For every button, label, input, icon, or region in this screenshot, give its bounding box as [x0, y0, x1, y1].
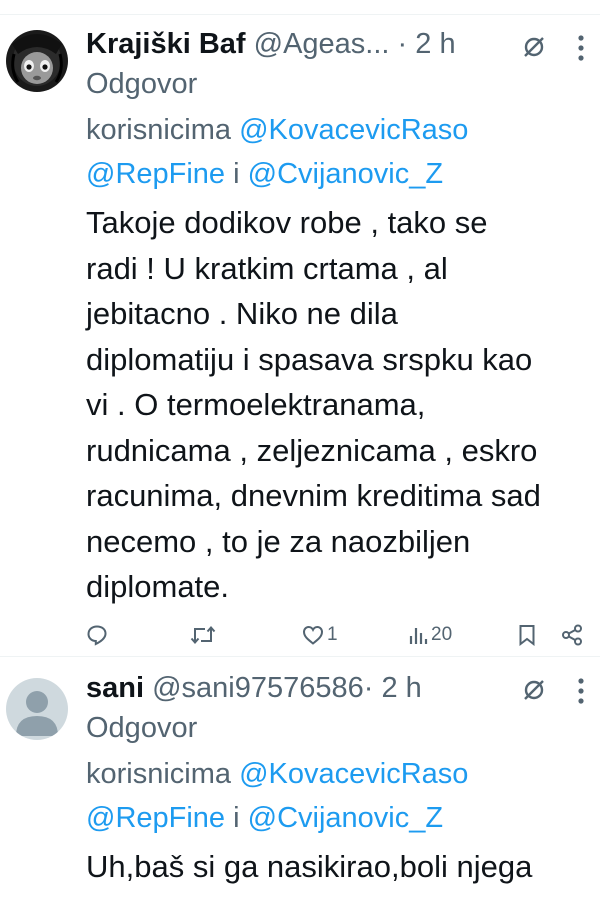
tweet-card[interactable]: sani @sani97576586· 2 h Odgovor korisnic… — [0, 660, 600, 900]
retweet-icon — [190, 625, 216, 645]
like-count: 1 — [327, 624, 338, 645]
tweet-actions: 1 20 — [0, 620, 600, 650]
top-divider — [0, 0, 600, 15]
avatar[interactable] — [6, 30, 68, 92]
more-icon[interactable] — [577, 677, 585, 705]
view-count: 20 — [431, 624, 453, 645]
tweet-text: Takoje dodikov robe , tako se radi ! U k… — [86, 200, 591, 610]
tweet-card[interactable]: Krajiški Baf @Ageas... · 2 h Odgovor kor… — [0, 16, 600, 657]
reply-prefix: korisnicima — [86, 114, 232, 146]
mention-link[interactable]: @KovacevicRaso — [239, 114, 468, 146]
author-handle[interactable]: @sani97576586 — [152, 672, 364, 704]
views-button[interactable]: 20 — [408, 620, 452, 650]
retweet-button[interactable] — [190, 620, 219, 650]
like-button[interactable]: 1 — [302, 620, 338, 650]
reply-button[interactable] — [86, 620, 111, 650]
share-icon — [562, 624, 582, 646]
reply-prefix: korisnicima — [86, 758, 232, 790]
reply-and: i — [233, 158, 240, 190]
tweet-text-line: diplomate. — [86, 569, 230, 604]
tweet-text-line: radi ! U kratkim crtama , al — [86, 250, 448, 286]
mention-link[interactable]: @RepFine — [86, 158, 225, 190]
reply-and: i — [233, 802, 240, 834]
tweet-text-line: racunima, dnevnim kreditima sad — [86, 478, 541, 513]
reply-to-line: @RepFine i @Cvijanovic_Z — [86, 798, 443, 838]
mention-link[interactable]: @Cvijanovic_Z — [248, 802, 443, 834]
tweet-text-line: diplomatiju i spasava srspku kao — [86, 341, 533, 377]
separator-dot: · — [363, 672, 374, 704]
tweet-text-line: vi . O termoelektranama, — [86, 387, 426, 422]
mention-link[interactable]: @RepFine — [86, 802, 225, 834]
author-name[interactable]: Krajiški Baf — [86, 28, 246, 60]
reply-icon — [87, 625, 107, 646]
tweet-text-line: jebitacno . Niko ne dila — [86, 296, 398, 331]
mute-icon[interactable] — [521, 677, 547, 703]
reply-to-line: korisnicima @KovacevicRaso — [86, 110, 468, 150]
timestamp[interactable]: 2 h — [415, 28, 455, 60]
bookmark-icon — [519, 625, 535, 646]
separator-dot: · — [397, 28, 408, 60]
tweet-text: Uh,baš si ga nasikirao,boli njega — [86, 844, 591, 890]
views-icon — [409, 628, 428, 644]
mute-icon[interactable] — [521, 34, 547, 60]
bookmark-button[interactable] — [518, 620, 536, 650]
author-name[interactable]: sani — [86, 672, 144, 704]
share-button[interactable] — [561, 620, 583, 650]
reply-label: Odgovor — [86, 68, 198, 100]
more-icon[interactable] — [577, 34, 585, 62]
reply-label: Odgovor — [86, 712, 198, 744]
tweet-text-line: Takoje dodikov robe , tako se — [86, 205, 488, 240]
tweet-text-line: Uh,baš si ga nasikirao,boli njega — [86, 849, 533, 884]
reply-to-line: korisnicima @KovacevicRaso — [86, 754, 468, 794]
mention-link[interactable]: @Cvijanovic_Z — [248, 158, 443, 190]
tweet-text-line: necemo , to je za naozbiljen — [86, 523, 471, 559]
reply-to-line: @RepFine i @Cvijanovic_Z — [86, 154, 443, 194]
mention-link[interactable]: @KovacevicRaso — [239, 758, 468, 790]
avatar[interactable] — [6, 678, 68, 740]
tweet-text-line: rudnicama , zeljeznicama , eskro — [86, 432, 538, 468]
like-icon — [302, 625, 324, 645]
timestamp[interactable]: 2 h — [382, 672, 422, 704]
author-handle[interactable]: @Ageas... — [254, 28, 390, 60]
